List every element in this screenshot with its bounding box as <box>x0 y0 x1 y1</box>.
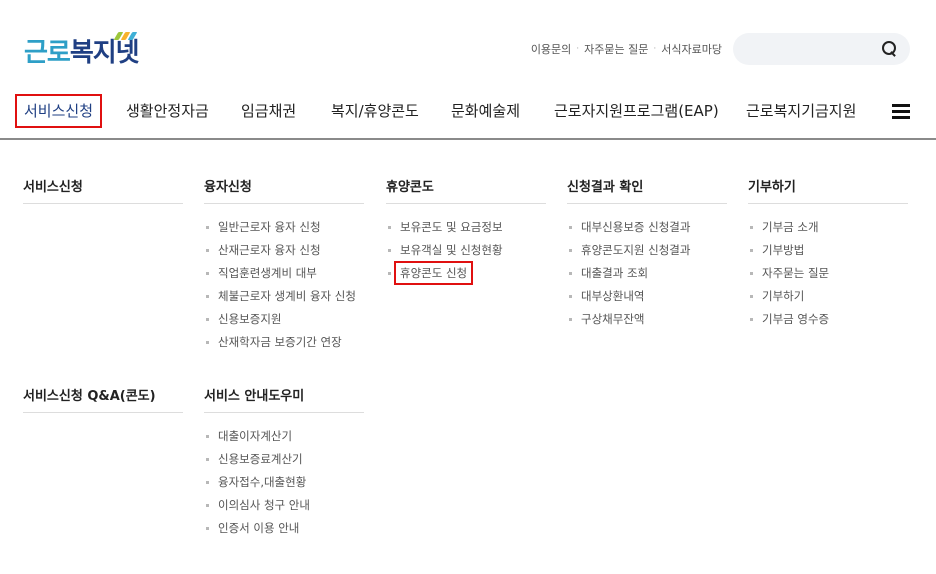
menu-item[interactable]: 인증서 이용 안내 <box>204 517 364 540</box>
menu-item[interactable]: 직업훈련생계비 대부 <box>204 262 364 285</box>
search-box[interactable] <box>733 33 910 65</box>
gnb-item-eap[interactable]: 근로자지원프로그램(EAP) <box>554 94 719 128</box>
main-navigation: 서비스신청 생활안정자금 임금채권 복지/휴양콘도 문화예술제 근로자지원프로그… <box>0 92 936 140</box>
menu-item[interactable]: 일반근로자 융자 신청 <box>204 216 364 239</box>
menu-item[interactable]: 기부금 소개 <box>748 216 908 239</box>
menu-item[interactable]: 대부신용보증 신청결과 <box>567 216 727 239</box>
menu-item[interactable]: 휴양콘도지원 신청결과 <box>567 239 727 262</box>
hamburger-menu-icon[interactable] <box>892 104 910 120</box>
utility-links: 이용문의 · 자주묻는 질문 · 서식자료마당 <box>531 41 722 57</box>
menu-item[interactable]: 이의심사 청구 안내 <box>204 494 364 517</box>
menu-column-title[interactable]: 서비스신청 <box>23 180 183 204</box>
menu-item[interactable]: 구상채무잔액 <box>567 308 727 331</box>
menu-column-title[interactable]: 서비스 안내도우미 <box>204 389 364 413</box>
menu-item-condo-apply[interactable]: 휴양콘도 신청 <box>386 261 546 285</box>
menu-item[interactable]: 대출이자계산기 <box>204 425 364 448</box>
menu-item[interactable]: 산재학자금 보증기간 연장 <box>204 331 364 354</box>
menu-item[interactable]: 보유콘도 및 요금정보 <box>386 216 546 239</box>
utility-link-forms[interactable]: 서식자료마당 <box>661 41 722 57</box>
menu-item[interactable]: 기부하기 <box>748 285 908 308</box>
menu-column-qna: 서비스신청 Q&A(콘도) <box>23 389 183 413</box>
site-logo[interactable]: 근로 복지넷 <box>24 30 140 70</box>
menu-column-condo: 휴양콘도 보유콘도 및 요금정보 보유객실 및 신청현황 휴양콘도 신청 <box>386 180 546 285</box>
menu-item[interactable]: 기부금 영수증 <box>748 308 908 331</box>
menu-item[interactable]: 융자접수,대출현황 <box>204 471 364 494</box>
menu-column-result: 신청결과 확인 대부신용보증 신청결과 휴양콘도지원 신청결과 대출결과 조회 … <box>567 180 727 331</box>
menu-item[interactable]: 기부방법 <box>748 239 908 262</box>
utility-separator: · <box>576 44 580 54</box>
menu-column-title[interactable]: 서비스신청 Q&A(콘도) <box>23 389 183 413</box>
menu-column-title[interactable]: 기부하기 <box>748 180 908 204</box>
utility-link-inquiry[interactable]: 이용문의 <box>531 41 571 57</box>
menu-item[interactable]: 체불근로자 생계비 융자 신청 <box>204 285 364 308</box>
menu-column-title[interactable]: 신청결과 확인 <box>567 180 727 204</box>
gnb-item-welfare-condo[interactable]: 복지/휴양콘도 <box>331 94 419 128</box>
search-icon[interactable] <box>882 41 898 57</box>
gnb-item-wage-claim[interactable]: 임금채권 <box>241 94 296 128</box>
menu-item[interactable]: 대부상환내역 <box>567 285 727 308</box>
menu-item[interactable]: 보유객실 및 신청현황 <box>386 239 546 262</box>
utility-link-faq[interactable]: 자주묻는 질문 <box>584 41 648 57</box>
menu-item[interactable]: 대출결과 조회 <box>567 262 727 285</box>
menu-column-helper: 서비스 안내도우미 대출이자계산기 신용보증료계산기 융자접수,대출현황 이의심… <box>204 389 364 540</box>
gnb-item-culture-festival[interactable]: 문화예술제 <box>451 94 520 128</box>
menu-item[interactable]: 산재근로자 융자 신청 <box>204 239 364 262</box>
mega-menu: 서비스신청 융자신청 일반근로자 융자 신청 산재근로자 융자 신청 직업훈련생… <box>0 142 936 574</box>
menu-item[interactable]: 신용보증지원 <box>204 308 364 331</box>
menu-column-title[interactable]: 융자신청 <box>204 180 364 204</box>
menu-item[interactable]: 자주묻는 질문 <box>748 262 908 285</box>
gnb-item-living-fund[interactable]: 생활안정자금 <box>126 94 209 128</box>
logo-text-1: 근로 <box>24 37 71 68</box>
utility-separator: · <box>653 44 657 54</box>
menu-column-service: 서비스신청 <box>23 180 183 204</box>
gnb-item-welfare-fund[interactable]: 근로복지기금지원 <box>746 94 856 128</box>
menu-column-donation: 기부하기 기부금 소개 기부방법 자주묻는 질문 기부하기 기부금 영수증 <box>748 180 908 331</box>
menu-column-title[interactable]: 휴양콘도 <box>386 180 546 204</box>
menu-item[interactable]: 신용보증료계산기 <box>204 448 364 471</box>
logo-leaf-icon <box>113 32 138 40</box>
gnb-item-service-apply[interactable]: 서비스신청 <box>15 94 103 128</box>
menu-column-loan: 융자신청 일반근로자 융자 신청 산재근로자 융자 신청 직업훈련생계비 대부 … <box>204 180 364 354</box>
